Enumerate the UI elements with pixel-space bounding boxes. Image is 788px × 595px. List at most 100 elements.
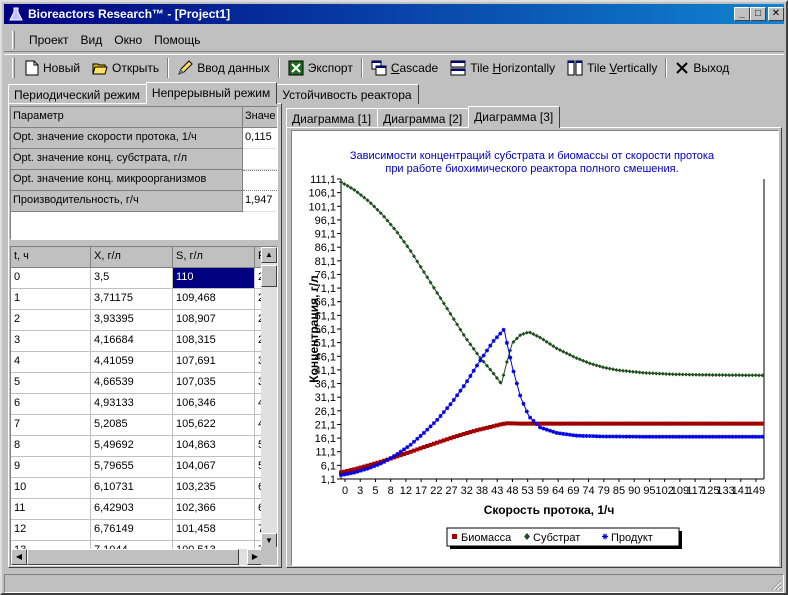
cell-biomass[interactable]: 3,71175 [91, 289, 173, 310]
cell-time[interactable]: 3 [11, 331, 91, 352]
tab-batch-mode[interactable]: Периодический режим [8, 84, 147, 104]
x-tick-label: 27 [445, 485, 457, 497]
table-row[interactable]: 03,51102 [11, 268, 265, 289]
cell-time[interactable]: 0 [11, 268, 91, 289]
param-row[interactable]: Opt. значение конц. субстрата, г/л [11, 149, 277, 170]
cell-substrate[interactable]: 109,468 [173, 289, 255, 310]
exit-button[interactable]: Выход [669, 57, 735, 79]
tab-chart-2[interactable]: Диаграмма [2] [377, 108, 470, 128]
input-data-button[interactable]: Ввод данных [171, 57, 276, 79]
cascade-button[interactable]: Cascade [365, 57, 444, 79]
open-button[interactable]: Открыть [86, 57, 165, 79]
product-point [478, 358, 483, 363]
table-row[interactable]: 116,42903102,3666 [11, 499, 265, 520]
tab-chart-3[interactable]: Диаграмма [3] [468, 106, 561, 128]
param-value[interactable]: 1,947 [243, 191, 277, 212]
cell-biomass[interactable]: 5,49692 [91, 436, 173, 457]
toolbar-separator [360, 57, 363, 78]
col-header-substrate[interactable]: S, г/л [173, 247, 255, 268]
cell-biomass[interactable]: 6,76149 [91, 520, 173, 541]
cell-substrate[interactable]: 102,366 [173, 499, 255, 520]
cell-time[interactable]: 6 [11, 394, 91, 415]
resize-grip-icon[interactable] [770, 579, 782, 591]
parameters-grid[interactable]: Параметр Значе Opt. значение скорости пр… [10, 106, 278, 240]
horizontal-scrollbar[interactable]: ◀ ▶ [11, 549, 263, 565]
cell-time[interactable]: 10 [11, 478, 91, 499]
cell-substrate[interactable]: 105,622 [173, 415, 255, 436]
param-row[interactable]: Opt. значение скорости протока, 1/ч 0,11… [11, 128, 277, 149]
cell-substrate[interactable]: 108,907 [173, 310, 255, 331]
table-row[interactable]: 64,93133106,3464 [11, 394, 265, 415]
maximize-button[interactable]: □ [750, 7, 766, 21]
cell-substrate[interactable]: 106,346 [173, 394, 255, 415]
cell-biomass[interactable]: 3,93395 [91, 310, 173, 331]
vertical-scrollbar[interactable]: ▲ ▼ [261, 247, 277, 549]
scroll-left-button[interactable]: ◀ [11, 549, 27, 565]
tab-chart-1[interactable]: Диаграмма [1] [286, 108, 379, 128]
cell-biomass[interactable]: 3,5 [91, 268, 173, 289]
cell-time[interactable]: 8 [11, 436, 91, 457]
cell-biomass[interactable]: 5,79655 [91, 457, 173, 478]
cell-biomass[interactable]: 6,10731 [91, 478, 173, 499]
substrate-point [504, 360, 509, 364]
cell-time[interactable]: 2 [11, 310, 91, 331]
cell-biomass[interactable]: 4,93133 [91, 394, 173, 415]
table-row[interactable]: 44,41059107,6913 [11, 352, 265, 373]
y-tick-label: 71,1 [315, 283, 336, 295]
cell-substrate[interactable]: 101,458 [173, 520, 255, 541]
scroll-thumb-horizontal[interactable] [27, 549, 239, 565]
table-row[interactable]: 54,66539107,0353 [11, 373, 265, 394]
table-row[interactable]: 85,49692104,8635 [11, 436, 265, 457]
table-row[interactable]: 23,93395108,9072 [11, 310, 265, 331]
cell-substrate[interactable]: 103,235 [173, 478, 255, 499]
col-header-time[interactable]: t, ч [11, 247, 91, 268]
cell-biomass[interactable]: 4,41059 [91, 352, 173, 373]
minimize-button[interactable]: _ [734, 7, 750, 21]
x-axis-label: Скорость протока, 1/ч [484, 503, 615, 517]
table-row[interactable]: 13,71175109,4682 [11, 289, 265, 310]
table-row[interactable]: 95,79655104,0675 [11, 457, 265, 478]
close-button[interactable]: ✕ [768, 7, 784, 21]
cell-time[interactable]: 7 [11, 415, 91, 436]
menu-window[interactable]: Окно [108, 33, 148, 47]
cell-substrate[interactable]: 104,067 [173, 457, 255, 478]
table-row[interactable]: 75,2085105,6224 [11, 415, 265, 436]
new-button[interactable]: Новый [19, 57, 86, 79]
param-value[interactable]: 0,115 [243, 128, 277, 149]
cell-substrate[interactable]: 107,035 [173, 373, 255, 394]
menu-project[interactable]: Проект [23, 33, 75, 47]
cell-biomass[interactable]: 4,66539 [91, 373, 173, 394]
menu-view[interactable]: Вид [75, 33, 109, 47]
param-row[interactable]: Opt. значение конц. микроорганизмов [11, 170, 277, 191]
cell-substrate[interactable]: 110 [173, 268, 255, 289]
cell-biomass[interactable]: 6,42903 [91, 499, 173, 520]
cell-time[interactable]: 4 [11, 352, 91, 373]
results-grid[interactable]: t, чX, г/лS, г/лP03,5110213,71175109,468… [10, 246, 278, 566]
cell-biomass[interactable]: 4,16684 [91, 331, 173, 352]
tab-reactor-stability[interactable]: Устойчивость реактора [276, 84, 419, 104]
cell-time[interactable]: 12 [11, 520, 91, 541]
cell-substrate[interactable]: 108,315 [173, 331, 255, 352]
table-row[interactable]: 126,76149101,4587 [11, 520, 265, 541]
title-bar[interactable]: Bioreactors Research™ - [Project1] _ □ ✕ [4, 4, 784, 24]
export-button[interactable]: Экспорт [282, 57, 359, 79]
cell-substrate[interactable]: 107,691 [173, 352, 255, 373]
tile-vertically-button[interactable]: Tile Vertically [561, 57, 663, 79]
tab-continuous-mode[interactable]: Непрерывный режим [145, 82, 278, 104]
table-row[interactable]: 34,16684108,3152 [11, 331, 265, 352]
cell-time[interactable]: 9 [11, 457, 91, 478]
menu-help[interactable]: Помощь [148, 33, 206, 47]
scroll-thumb[interactable] [261, 265, 277, 287]
param-row[interactable]: Производительность, г/ч 1,947 [11, 191, 277, 212]
cell-time[interactable]: 5 [11, 373, 91, 394]
cell-biomass[interactable]: 5,2085 [91, 415, 173, 436]
table-row[interactable]: 106,10731103,2356 [11, 478, 265, 499]
cell-time[interactable]: 11 [11, 499, 91, 520]
col-header-biomass[interactable]: X, г/л [91, 247, 173, 268]
param-value[interactable] [243, 170, 277, 191]
param-value[interactable] [243, 149, 277, 170]
cell-time[interactable]: 1 [11, 289, 91, 310]
cell-substrate[interactable]: 104,863 [173, 436, 255, 457]
scroll-up-button[interactable]: ▲ [261, 247, 277, 263]
tile-horizontally-button[interactable]: Tile Horizontally [444, 57, 561, 79]
